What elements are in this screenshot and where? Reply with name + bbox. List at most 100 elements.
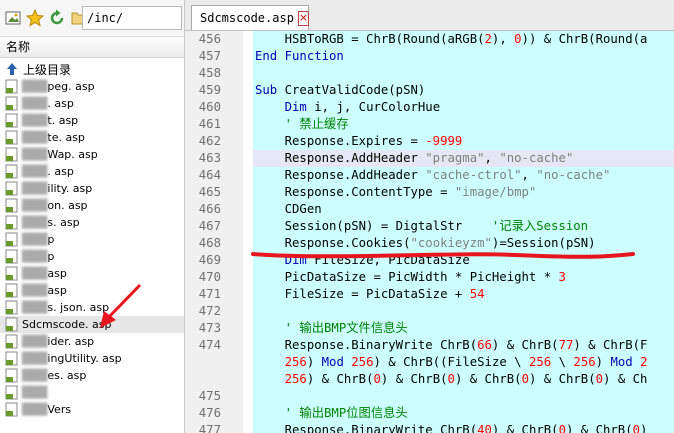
star-icon[interactable] xyxy=(26,9,44,27)
asp-file-icon xyxy=(5,317,18,332)
code-line[interactable]: 473 ' 输出BMP文件信息头 xyxy=(185,320,674,337)
file-item[interactable]: ███ xyxy=(0,384,184,401)
asp-file-icon xyxy=(5,181,18,196)
asp-file-icon xyxy=(5,147,18,162)
file-item[interactable]: ███ p xyxy=(0,231,184,248)
code-text: 256) Mod 256) & ChrB((FileSize \ 256 \ 2… xyxy=(284,355,648,369)
code-line[interactable]: 467 Session(pSN) = DigtalStr '记录入Session xyxy=(185,218,674,235)
asp-file-icon xyxy=(5,283,18,298)
line-number: 456 xyxy=(198,32,221,46)
code-line[interactable]: 472 xyxy=(185,303,674,320)
file-item[interactable]: ███ ider. asp xyxy=(0,333,184,350)
code-text: CDGen xyxy=(255,202,322,216)
line-number: 457 xyxy=(198,49,221,63)
file-name: Sdcmscode. asp xyxy=(22,318,112,331)
code-text: Response.Cookies("cookieyzm")=Session(pS… xyxy=(255,236,596,250)
code-editor[interactable]: 456 HSBToRGB = ChrB(Round(aRGB(2), 0)) &… xyxy=(185,31,674,433)
code-line[interactable]: 463 Response.AddHeader "pragma", "no-cac… xyxy=(185,150,674,167)
file-item[interactable]: ███ asp xyxy=(0,265,184,282)
redacted-text: ███ xyxy=(22,386,48,399)
redacted-text: ███ xyxy=(22,80,48,93)
code-line[interactable]: 464 Response.AddHeader "cache-ctrol", "n… xyxy=(185,167,674,184)
line-number: 459 xyxy=(198,83,221,97)
file-item[interactable]: ███ ingUtility. asp xyxy=(0,350,184,367)
code-text: End Function xyxy=(255,49,344,63)
line-number: 467 xyxy=(198,219,221,233)
file-name: s. json. asp xyxy=(47,301,110,314)
code-line[interactable]: 474 Response.BinaryWrite ChrB(66) & ChrB… xyxy=(185,337,674,354)
code-line[interactable]: 477 Response.BinaryWrite ChrB(40) & ChrB… xyxy=(185,422,674,433)
file-item[interactable]: ███ s. asp xyxy=(0,214,184,231)
file-item[interactable]: ███ on. asp xyxy=(0,197,184,214)
file-item[interactable]: ███. asp xyxy=(0,95,184,112)
file-item[interactable]: ███ Wap. asp xyxy=(0,146,184,163)
tab-label: Sdcmscode.asp xyxy=(200,11,294,25)
code-line[interactable]: 458 xyxy=(185,65,674,82)
file-item[interactable]: ███ t. asp xyxy=(0,112,184,129)
code-line[interactable]: 476 ' 输出BMP位图信息头 xyxy=(185,405,674,422)
file-item[interactable]: ███ asp xyxy=(0,282,184,299)
code-line[interactable]: 468 Response.Cookies("cookieyzm")=Sessio… xyxy=(185,235,674,252)
redacted-text: ███ xyxy=(22,199,48,212)
redacted-text: ███ xyxy=(22,301,48,314)
line-number: 471 xyxy=(198,287,221,301)
asp-file-icon xyxy=(5,334,18,349)
redacted-text: ███ xyxy=(22,216,48,229)
parent-directory-item[interactable]: 上级目录 xyxy=(0,60,184,78)
refresh-icon[interactable] xyxy=(48,9,66,27)
code-text: Response.ContentType = "image/bmp" xyxy=(255,185,537,199)
line-number: 477 xyxy=(198,423,221,433)
file-name: on. asp xyxy=(47,199,88,212)
asp-file-icon xyxy=(5,79,18,94)
redacted-text: ███ xyxy=(22,250,48,263)
code-line[interactable]: 471 FileSize = PicDataSize + 54 xyxy=(185,286,674,303)
line-number: 462 xyxy=(198,134,221,148)
code-line[interactable]: 461 ' 禁止缓存 xyxy=(185,116,674,133)
code-line[interactable]: 456 HSBToRGB = ChrB(Round(aRGB(2), 0)) &… xyxy=(185,31,674,48)
redacted-text: ███ xyxy=(22,403,48,416)
file-item[interactable]: ███ peg. asp xyxy=(0,78,184,95)
file-item[interactable]: ███ p xyxy=(0,248,184,265)
redacted-text: ███ xyxy=(22,352,48,365)
tab-sdcmscode[interactable]: Sdcmscode.asp × xyxy=(191,5,310,30)
code-text: FileSize = PicDataSize + 54 xyxy=(255,287,485,301)
file-name: Vers xyxy=(47,403,72,416)
line-number: 475 xyxy=(198,389,221,403)
code-line[interactable]: 460 Dim i, j, CurColorHue xyxy=(185,99,674,116)
line-number: 470 xyxy=(198,270,221,284)
code-line[interactable]: 457 End Function xyxy=(185,48,674,65)
code-line[interactable]: 256) Mod 256) & ChrB((FileSize \ 256 \ 2… xyxy=(185,354,674,371)
line-number: 476 xyxy=(198,406,221,420)
file-item[interactable]: ███. asp xyxy=(0,163,184,180)
code-line[interactable]: 466 CDGen xyxy=(185,201,674,218)
redacted-text: ███ xyxy=(22,165,48,178)
file-item[interactable]: ███ Vers xyxy=(0,401,184,418)
code-text: ' 输出BMP位图信息头 xyxy=(284,406,408,420)
file-item[interactable]: ███ te. asp xyxy=(0,129,184,146)
column-header-name[interactable]: 名称 xyxy=(0,37,184,58)
code-line[interactable]: 469 Dim FileSize, PicDataSize xyxy=(185,252,674,269)
file-item[interactable]: ███ ility. asp xyxy=(0,180,184,197)
file-name: es. asp xyxy=(47,369,87,382)
code-text: Response.BinaryWrite ChrB(40) & ChrB(0) … xyxy=(255,423,648,433)
code-line[interactable]: 465 Response.ContentType = "image/bmp" xyxy=(185,184,674,201)
path-input[interactable]: /inc/ xyxy=(82,6,182,30)
file-name: p xyxy=(47,250,55,263)
file-name: Wap. asp xyxy=(47,148,98,161)
asp-file-icon xyxy=(5,402,18,417)
code-line[interactable]: 475 xyxy=(185,388,674,405)
image-icon[interactable] xyxy=(4,9,22,27)
redacted-text: ███ xyxy=(22,131,48,144)
close-tab-icon[interactable]: × xyxy=(297,10,310,26)
code-line[interactable]: 256) & ChrB(0) & ChrB(0) & ChrB(0) & Chr… xyxy=(185,371,674,388)
code-line[interactable]: 470 PicDataSize = PicWidth * PicHeight *… xyxy=(185,269,674,286)
redacted-text: ███ xyxy=(22,267,48,280)
file-item[interactable]: Sdcmscode. asp xyxy=(0,316,184,333)
file-item[interactable]: ███ es. asp xyxy=(0,367,184,384)
code-line[interactable]: 459 Sub CreatValidCode(pSN) xyxy=(185,82,674,99)
code-line[interactable]: 462 Response.Expires = -9999 xyxy=(185,133,674,150)
parent-directory-label: 上级目录 xyxy=(23,62,72,77)
file-item[interactable]: ███ s. json. asp xyxy=(0,299,184,316)
redacted-text: ███ xyxy=(22,284,48,297)
asp-file-icon xyxy=(5,300,18,315)
